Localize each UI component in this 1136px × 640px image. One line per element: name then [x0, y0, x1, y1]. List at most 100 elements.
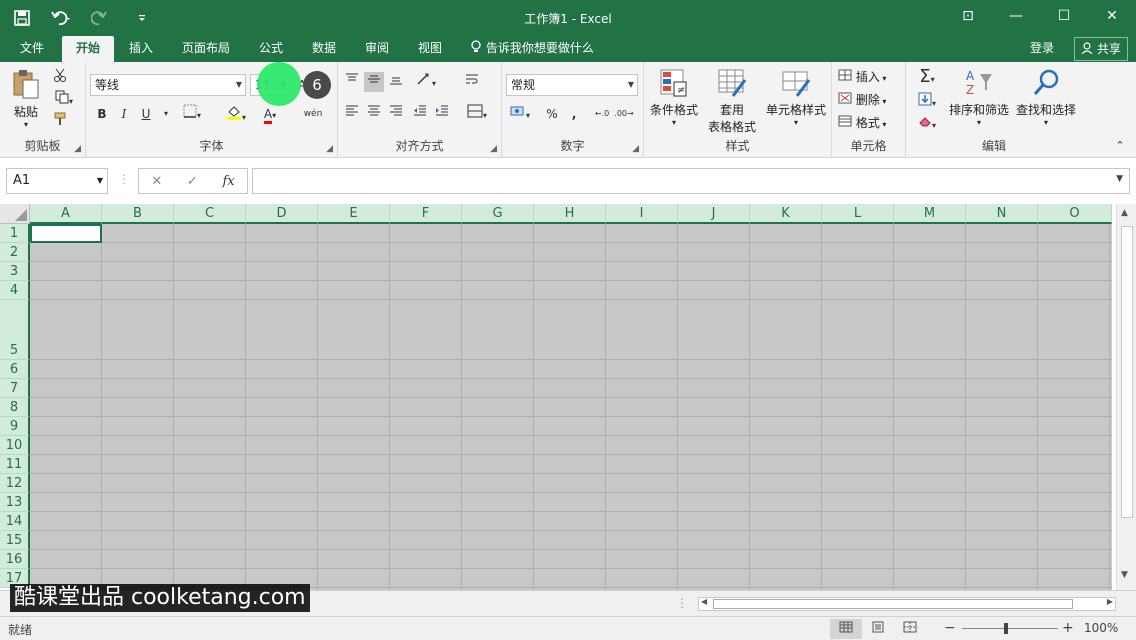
- zoom-level[interactable]: 100%: [1084, 621, 1118, 635]
- zoom-out-icon[interactable]: −: [944, 620, 956, 636]
- insert-function-icon[interactable]: fx: [222, 174, 234, 189]
- scroll-right-icon[interactable]: ▶: [1107, 597, 1113, 606]
- row-header[interactable]: 12: [0, 474, 30, 493]
- column-header[interactable]: J: [678, 204, 750, 224]
- column-header[interactable]: L: [822, 204, 894, 224]
- number-format-select[interactable]: 常规 ▼: [506, 74, 638, 96]
- row-header[interactable]: 11: [0, 455, 30, 474]
- row-header[interactable]: 9: [0, 417, 30, 436]
- tab-formulas[interactable]: 公式: [248, 36, 294, 62]
- zoom-slider[interactable]: [962, 628, 1058, 629]
- column-header[interactable]: N: [966, 204, 1038, 224]
- underline-button[interactable]: U: [136, 104, 156, 124]
- font-color-icon[interactable]: A▾: [256, 104, 284, 124]
- increase-decimal-icon[interactable]: ←.0: [592, 104, 612, 124]
- share-button[interactable]: 共享: [1074, 37, 1128, 61]
- column-header[interactable]: H: [534, 204, 606, 224]
- middle-align-icon[interactable]: [364, 72, 384, 92]
- row-header[interactable]: 8: [0, 398, 30, 417]
- column-header[interactable]: E: [318, 204, 390, 224]
- tab-review[interactable]: 审阅: [356, 36, 398, 62]
- name-box[interactable]: A1 ▼: [6, 168, 108, 194]
- format-painter-icon[interactable]: [50, 112, 70, 132]
- column-header[interactable]: C: [174, 204, 246, 224]
- fill-color-icon[interactable]: ▾: [222, 104, 250, 124]
- row-header[interactable]: 15: [0, 531, 30, 550]
- confirm-entry-icon[interactable]: ✓: [187, 174, 198, 189]
- tab-home[interactable]: 开始: [62, 36, 114, 62]
- conditional-formatting-button[interactable]: ≠ 条件格式 ▾: [646, 68, 702, 132]
- zoom-slider-knob[interactable]: [1004, 623, 1008, 634]
- column-header[interactable]: B: [102, 204, 174, 224]
- column-header[interactable]: G: [462, 204, 534, 224]
- maximize-button[interactable]: ☐: [1040, 0, 1088, 32]
- row-header[interactable]: 2: [0, 243, 30, 262]
- column-header[interactable]: D: [246, 204, 318, 224]
- underline-dropdown-icon[interactable]: ▾: [156, 104, 176, 124]
- cancel-entry-icon[interactable]: ✕: [151, 174, 162, 189]
- select-all-button[interactable]: [0, 204, 30, 224]
- row-header[interactable]: 14: [0, 512, 30, 531]
- active-cell-a1[interactable]: [30, 224, 102, 243]
- clipboard-launcher-icon[interactable]: ◢: [74, 144, 81, 154]
- page-layout-view-icon[interactable]: [862, 619, 894, 639]
- sort-filter-button[interactable]: AZ 排序和筛选 ▾: [946, 68, 1012, 127]
- page-break-view-icon[interactable]: [894, 619, 926, 639]
- close-button[interactable]: ✕: [1088, 0, 1136, 32]
- cut-icon[interactable]: [50, 68, 70, 88]
- number-launcher-icon[interactable]: ◢: [632, 144, 639, 154]
- wrap-text-icon[interactable]: [462, 72, 482, 92]
- delete-cells-button[interactable]: 删除 ▾: [838, 91, 902, 108]
- tab-split-dots-icon[interactable]: ⋮: [676, 596, 688, 610]
- row-header[interactable]: 16: [0, 550, 30, 569]
- tab-data[interactable]: 数据: [302, 36, 346, 62]
- borders-icon[interactable]: ▾: [178, 104, 206, 124]
- column-header[interactable]: O: [1038, 204, 1112, 224]
- decrease-decimal-icon[interactable]: .00→: [614, 104, 634, 124]
- copy-icon[interactable]: ▾: [50, 90, 78, 110]
- row-header[interactable]: 6: [0, 360, 30, 379]
- scroll-up-icon[interactable]: ▲: [1121, 208, 1128, 218]
- font-launcher-icon[interactable]: ◢: [326, 144, 333, 154]
- row-header[interactable]: 10: [0, 436, 30, 455]
- bottom-align-icon[interactable]: [386, 72, 406, 92]
- row-header[interactable]: 7: [0, 379, 30, 398]
- horizontal-scrollbar[interactable]: ◀ ▶: [698, 597, 1116, 611]
- find-select-button[interactable]: 查找和选择 ▾: [1012, 68, 1080, 127]
- tell-me-box[interactable]: 告诉我你想要做什么: [470, 36, 594, 62]
- ribbon-options-icon[interactable]: ⊡: [944, 0, 992, 32]
- vertical-scrollbar[interactable]: ▲ ▼: [1116, 204, 1136, 590]
- increase-indent-icon[interactable]: [432, 104, 452, 124]
- tab-view[interactable]: 视图: [410, 36, 450, 62]
- accounting-format-icon[interactable]: ▾: [506, 104, 534, 124]
- decrease-indent-icon[interactable]: [410, 104, 430, 124]
- percent-button[interactable]: %: [542, 104, 562, 124]
- top-align-icon[interactable]: [342, 72, 362, 92]
- sign-in-link[interactable]: 登录: [1030, 36, 1054, 62]
- orientation-icon[interactable]: ▾: [412, 72, 440, 92]
- zoom-in-icon[interactable]: +: [1062, 620, 1074, 636]
- collapse-ribbon-icon[interactable]: ⌃: [1110, 136, 1130, 156]
- format-cells-button[interactable]: 格式 ▾: [838, 114, 902, 131]
- scroll-down-icon[interactable]: ▼: [1121, 570, 1128, 580]
- alignment-launcher-icon[interactable]: ◢: [490, 144, 497, 154]
- column-header[interactable]: K: [750, 204, 822, 224]
- tab-file[interactable]: 文件: [8, 36, 56, 62]
- cell-styles-button[interactable]: 单元格样式 ▾: [762, 68, 830, 132]
- row-header[interactable]: 4: [0, 281, 30, 300]
- horizontal-scroll-thumb[interactable]: [713, 599, 1073, 609]
- row-header[interactable]: 3: [0, 262, 30, 281]
- column-header[interactable]: F: [390, 204, 462, 224]
- comma-button[interactable]: ,: [564, 104, 584, 124]
- expand-formula-icon[interactable]: ▼: [1116, 174, 1123, 184]
- format-as-table-button[interactable]: 套用 表格格式: [702, 68, 762, 134]
- row-header[interactable]: 1: [0, 224, 30, 243]
- align-left-icon[interactable]: [342, 104, 362, 124]
- insert-cells-button[interactable]: 插入 ▾: [838, 68, 902, 85]
- normal-view-icon[interactable]: [830, 619, 862, 639]
- bold-button[interactable]: B: [92, 104, 112, 124]
- align-right-icon[interactable]: [386, 104, 406, 124]
- tab-page-layout[interactable]: 页面布局: [174, 36, 238, 62]
- row-header[interactable]: 5: [0, 300, 30, 360]
- phonetic-icon[interactable]: wén: [298, 104, 328, 124]
